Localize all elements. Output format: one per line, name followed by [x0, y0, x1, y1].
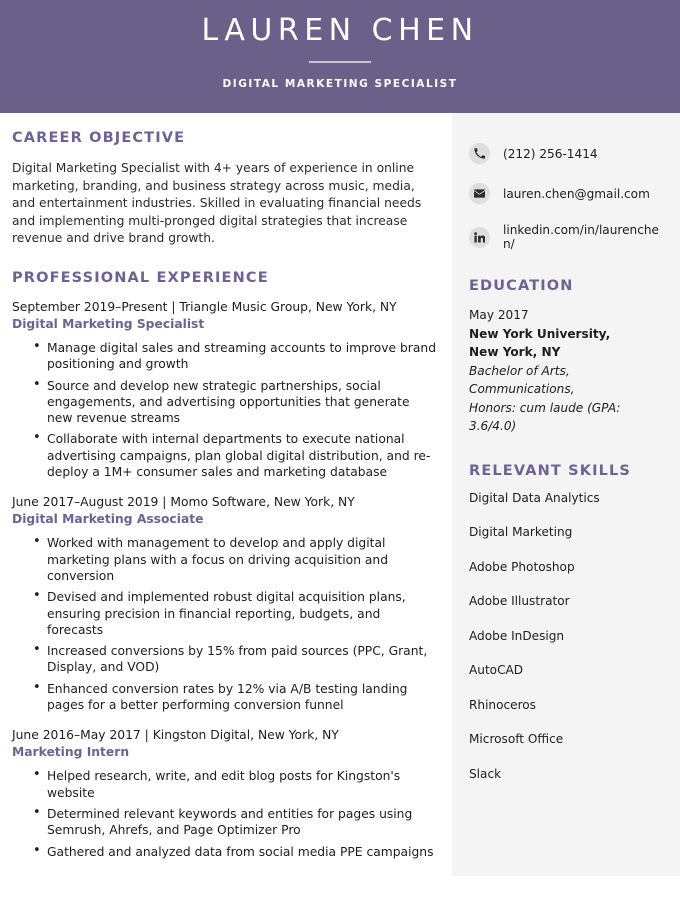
- skill-item: Adobe Photoshop: [469, 559, 575, 574]
- candidate-job-title: DIGITAL MARKETING SPECIALIST: [222, 78, 458, 90]
- skill-item: Microsoft Office: [469, 732, 564, 746]
- experience-bullet: Manage digital sales and streaming accou…: [12, 339, 436, 373]
- experience-bullet: Helped research, write, and edit blog po…: [12, 767, 436, 801]
- education-degree-line-2: Honors: cum laude (GPA: 3.6/4.0): [469, 400, 621, 434]
- experience-entry: June 2017–August 2019 | Momo Software, N…: [12, 494, 436, 528]
- resume-header: LAUREN CHEN DIGITAL MARKETING SPECIALIST: [0, 0, 680, 113]
- experience-role: Digital Marketing Specialist: [12, 316, 205, 331]
- experience-meta: June 2017–August 2019 | Momo Software, N…: [12, 495, 355, 510]
- experience-bullet: Collaborate with internal departments to…: [12, 430, 436, 480]
- education-school-line-1: New York University,: [469, 326, 611, 341]
- skill-item: Slack: [469, 766, 502, 781]
- experience-bullet: Determined relevant keywords and entitie…: [12, 805, 436, 839]
- skill-item: Adobe Illustrator: [469, 594, 570, 608]
- education-date: May 2017: [469, 308, 529, 322]
- main-column: CAREER OBJECTIVE Digital Marketing Speci…: [0, 113, 452, 874]
- education-degree-line-1: Bachelor of Arts, Communications,: [469, 363, 575, 397]
- skill-item: AutoCAD: [469, 663, 524, 677]
- experience-bullet-list: Worked with management to develop and ap…: [12, 534, 436, 714]
- envelope-icon: [469, 183, 490, 204]
- experience-bullet: Gathered and analyzed data from social m…: [12, 842, 436, 860]
- experience-meta: June 2016–May 2017 | Kingston Digital, N…: [12, 728, 339, 743]
- linkedin-icon: [469, 226, 490, 248]
- skill-item: Rhinoceros: [469, 697, 536, 712]
- section-heading-education: EDUCATION: [469, 278, 574, 294]
- resume-page: LAUREN CHEN DIGITAL MARKETING SPECIALIST…: [0, 0, 680, 909]
- section-heading-relevant-skills: RELEVANT SKILLS: [469, 462, 631, 479]
- experience-entry: September 2019–Present | Triangle Music …: [12, 299, 436, 333]
- experience-bullet: Increased conversions by 15% from paid s…: [12, 642, 436, 676]
- experience-bullet: Worked with management to develop and ap…: [12, 534, 436, 584]
- experience-bullet: Enhanced conversion rates by 12% via A/B…: [12, 680, 436, 714]
- skills-list: Digital Data Analytics Digital Marketing…: [469, 491, 666, 781]
- skill-item: Digital Data Analytics: [469, 490, 600, 505]
- contact-linkedin-value: linkedin.com/in/laurenchen/: [503, 223, 659, 251]
- experience-role: Digital Marketing Associate: [12, 512, 204, 527]
- sidebar: (212) 256-1414 lauren.chen@gmail.com lin…: [452, 113, 680, 876]
- career-objective-text: Digital Marketing Specialist with 4+ yea…: [12, 161, 422, 246]
- experience-bullet: Source and develop new strategic partner…: [12, 377, 436, 427]
- skill-item: Adobe InDesign: [469, 628, 565, 643]
- contact-phone-value: (212) 256-1414: [503, 146, 598, 161]
- experience-role: Marketing Intern: [12, 745, 130, 760]
- section-heading-career-objective: CAREER OBJECTIVE: [12, 130, 186, 146]
- phone-icon: [469, 143, 490, 164]
- experience-entry: June 2016–May 2017 | Kingston Digital, N…: [12, 727, 436, 761]
- candidate-name: LAUREN CHEN: [201, 13, 479, 48]
- contact-email[interactable]: lauren.chen@gmail.com: [469, 183, 666, 204]
- skill-item: Digital Marketing: [469, 525, 573, 539]
- contact-linkedin[interactable]: linkedin.com/in/laurenchen/: [469, 223, 666, 251]
- education-school-line-2: New York, NY: [469, 345, 561, 359]
- contact-phone[interactable]: (212) 256-1414: [469, 143, 666, 164]
- header-divider-rule: [309, 61, 371, 63]
- section-heading-professional-experience: PROFESSIONAL EXPERIENCE: [12, 269, 269, 286]
- experience-bullet-list: Manage digital sales and streaming accou…: [12, 339, 436, 480]
- experience-meta: September 2019–Present | Triangle Music …: [12, 299, 397, 314]
- experience-bullet: Devised and implemented robust digital a…: [12, 588, 436, 638]
- experience-bullet-list: Helped research, write, and edit blog po…: [12, 767, 436, 860]
- contact-email-value: lauren.chen@gmail.com: [503, 186, 650, 201]
